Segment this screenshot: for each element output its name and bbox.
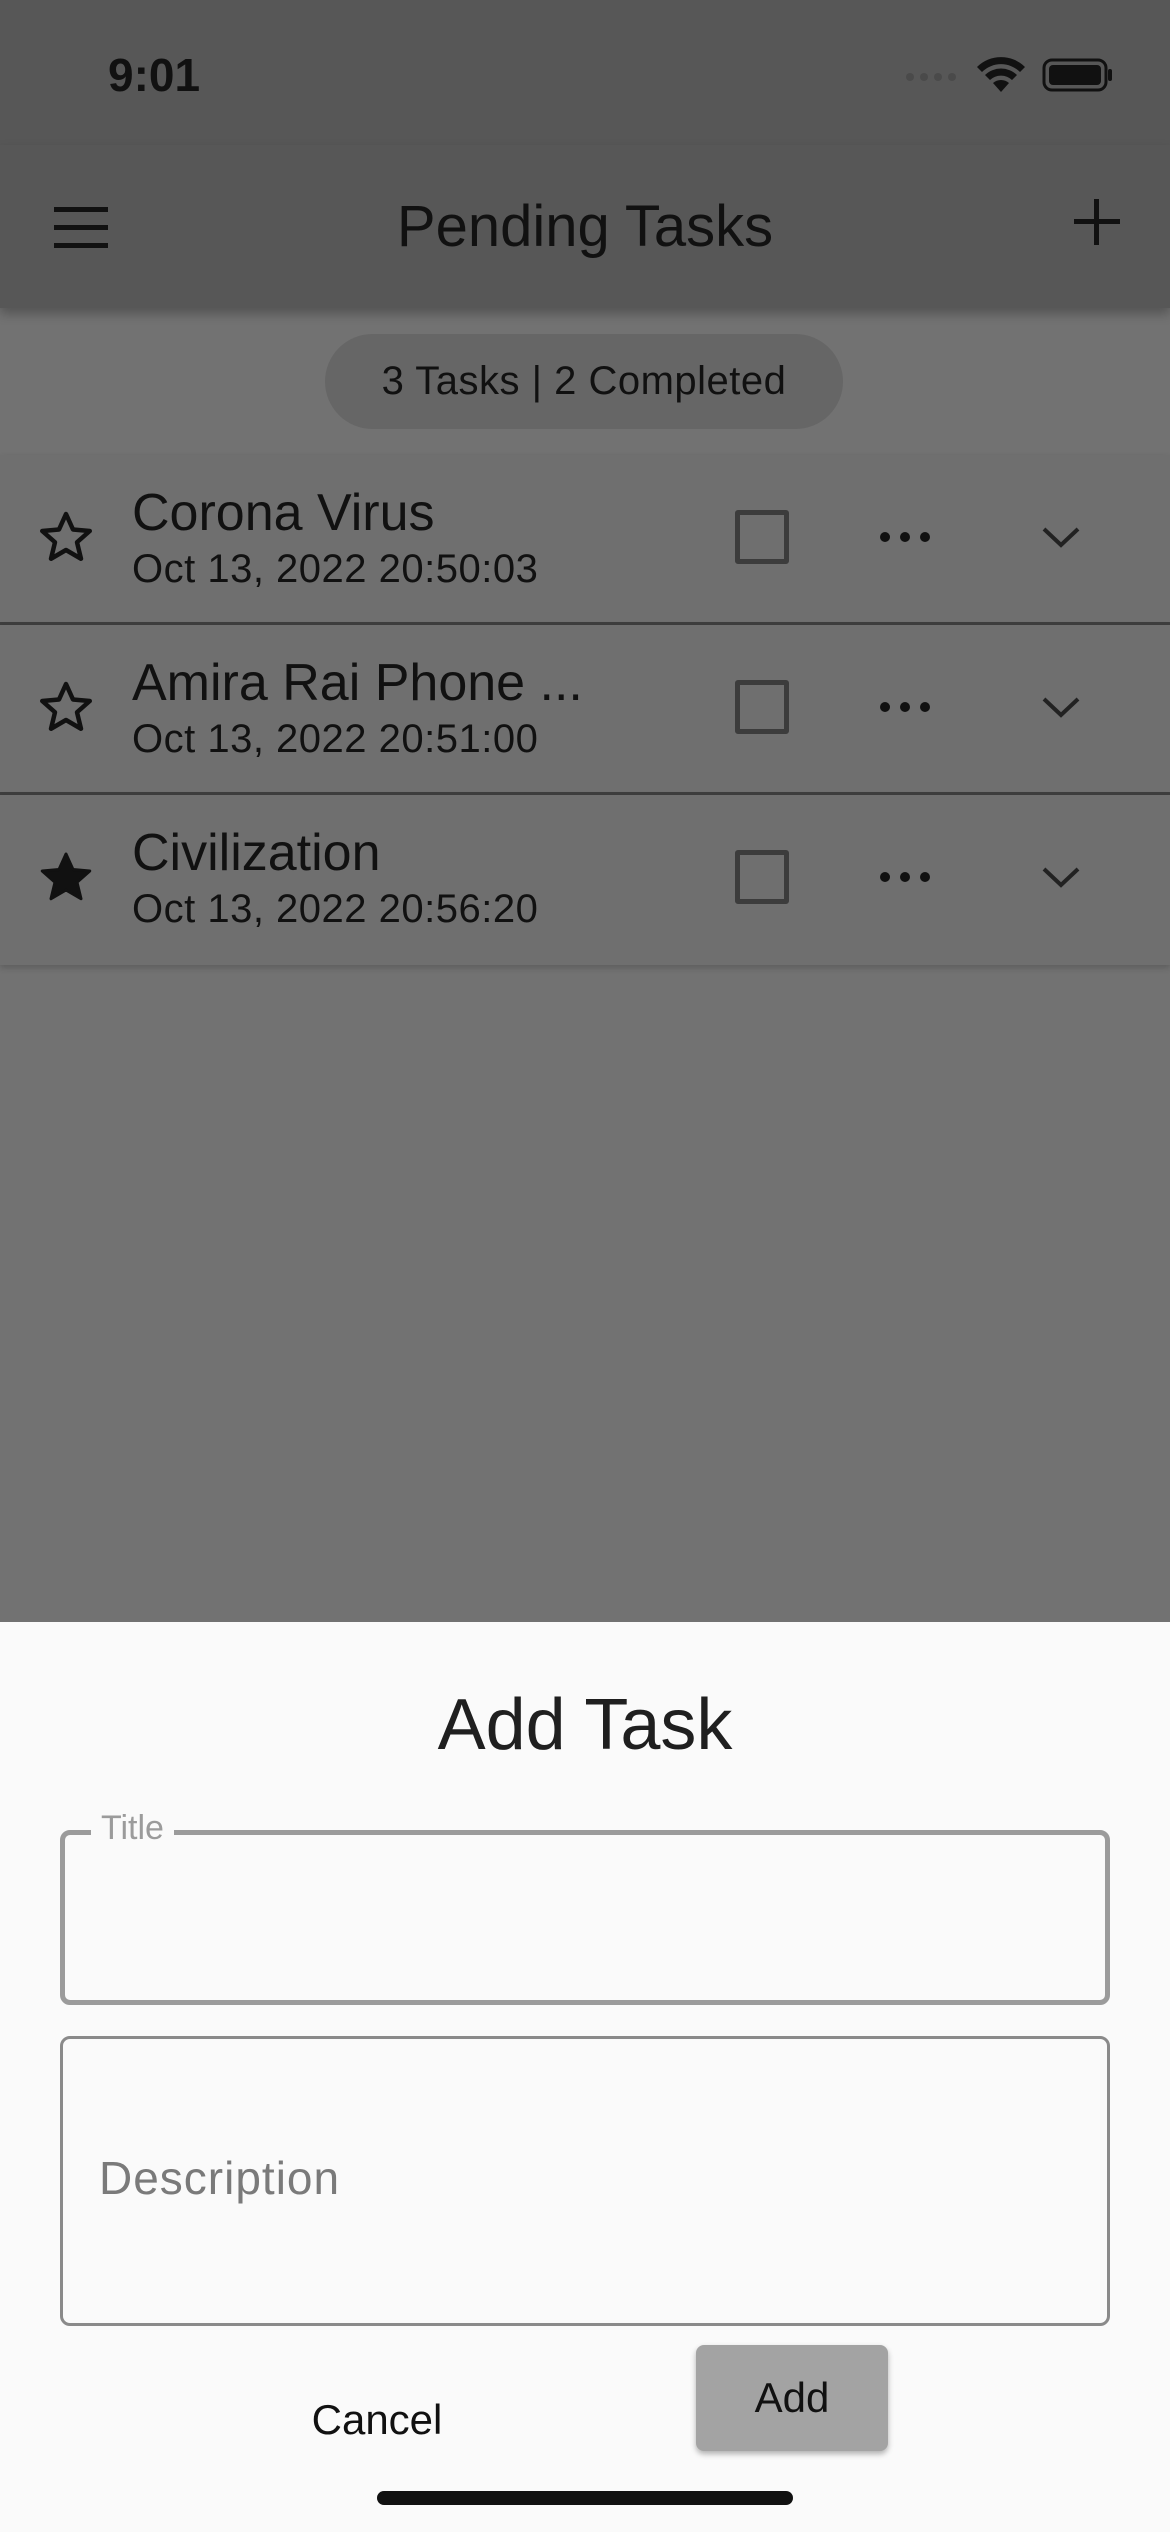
signal-icon (906, 73, 956, 81)
chevron-down-icon (1042, 867, 1080, 888)
wifi-icon (977, 57, 1025, 92)
task-row[interactable]: Amira Rai Phone ... Oct 13, 2022 20:51:0… (0, 625, 1170, 795)
status-icons (904, 52, 1114, 98)
app-bar: Pending Tasks (0, 145, 1170, 308)
task-title: Amira Rai Phone ... (132, 654, 583, 712)
status-time: 9:01 (108, 49, 201, 101)
battery-icon (1042, 58, 1112, 92)
task-title: Civilization (132, 824, 381, 882)
title-field-label: Title (91, 1809, 174, 1848)
cancel-button[interactable]: Cancel (282, 2372, 472, 2468)
chevron-down-icon (1042, 697, 1080, 718)
task-list: Corona Virus Oct 13, 2022 20:50:03 Amira… (0, 455, 1170, 965)
task-row[interactable]: Corona Virus Oct 13, 2022 20:50:03 (0, 455, 1170, 625)
star-outline-icon (40, 511, 92, 561)
task-checkbox[interactable] (735, 850, 789, 904)
task-row[interactable]: Civilization Oct 13, 2022 20:56:20 (0, 795, 1170, 965)
task-expand-button[interactable] (1038, 517, 1084, 557)
home-indicator (377, 2491, 793, 2505)
task-expand-button[interactable] (1038, 857, 1084, 897)
add-task-button[interactable] (1070, 195, 1124, 249)
favorite-toggle[interactable] (36, 677, 96, 737)
task-title: Corona Virus (132, 484, 435, 542)
star-filled-icon (40, 852, 92, 901)
task-date: Oct 13, 2022 20:51:00 (132, 717, 539, 761)
sheet-title: Add Task (437, 1685, 733, 1765)
more-horizontal-icon (880, 532, 930, 542)
page-title: Pending Tasks (396, 194, 774, 259)
favorite-toggle[interactable] (36, 847, 96, 907)
more-horizontal-icon (880, 702, 930, 712)
plus-icon (1074, 199, 1120, 245)
task-checkbox[interactable] (735, 510, 789, 564)
title-field[interactable]: Title (60, 1809, 1110, 2005)
description-placeholder: Description (99, 2152, 341, 2204)
favorite-toggle[interactable] (36, 507, 96, 567)
chevron-down-icon (1042, 527, 1080, 548)
task-more-button[interactable] (875, 857, 935, 897)
star-outline-icon (40, 681, 92, 731)
add-task-sheet: Add Task Title Description Cancel Add (0, 1622, 1170, 2532)
task-summary-badge: 3 Tasks | 2 Completed (325, 334, 843, 429)
status-bar: 9:01 (0, 0, 1170, 145)
task-more-button[interactable] (875, 687, 935, 727)
task-expand-button[interactable] (1038, 687, 1084, 727)
task-date: Oct 13, 2022 20:56:20 (132, 887, 539, 931)
add-button[interactable]: Add (696, 2345, 888, 2451)
task-checkbox[interactable] (735, 680, 789, 734)
task-date: Oct 13, 2022 20:50:03 (132, 547, 539, 591)
more-horizontal-icon (880, 872, 930, 882)
task-more-button[interactable] (875, 517, 935, 557)
description-field[interactable]: Description (60, 2036, 1110, 2326)
